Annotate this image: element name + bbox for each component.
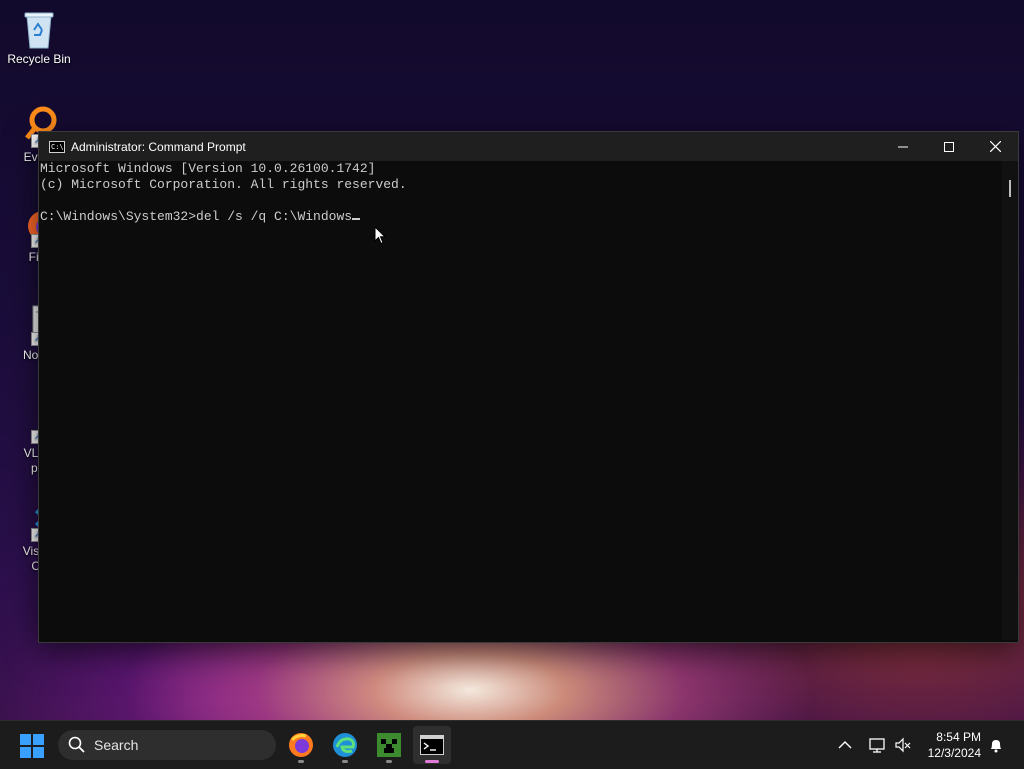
taskbar-app-minecraft[interactable] <box>370 726 408 764</box>
volume-button[interactable] <box>894 721 912 769</box>
minecraft-icon <box>377 733 401 757</box>
title-bar[interactable]: C:\ Administrator: Command Prompt <box>39 132 1018 161</box>
maximize-icon <box>944 141 954 152</box>
mouse-pointer-icon <box>374 226 386 245</box>
console-output[interactable]: Microsoft Windows [Version 10.0.26100.17… <box>39 161 1002 640</box>
taskbar-app-edge[interactable] <box>326 726 364 764</box>
command-prompt-window[interactable]: C:\ Administrator: Command Prompt Micros… <box>38 131 1019 643</box>
clock-date: 12/3/2024 <box>927 746 981 760</box>
console-line: (c) Microsoft Corporation. All rights re… <box>40 177 407 192</box>
taskbar: Search 8:54 PM 12/3/2024 <box>0 720 1024 769</box>
running-indicator <box>386 760 392 763</box>
volume-muted-icon <box>895 737 911 753</box>
edge-icon <box>333 733 357 757</box>
taskbar-search-box[interactable]: Search <box>58 730 276 760</box>
network-button[interactable] <box>868 721 886 769</box>
recycle-bin-icon <box>21 8 57 49</box>
close-button[interactable] <box>972 132 1018 161</box>
chevron-up-icon <box>838 741 852 749</box>
vertical-scrollbar[interactable] <box>1002 161 1018 640</box>
taskbar-clock[interactable]: 8:54 PM 12/3/2024 <box>928 729 981 761</box>
running-indicator <box>425 760 439 763</box>
taskbar-app-firefox[interactable] <box>282 726 320 764</box>
minimize-icon <box>898 146 908 147</box>
text-cursor <box>352 218 361 220</box>
start-button[interactable] <box>20 734 44 758</box>
console-line: Microsoft Windows [Version 10.0.26100.17… <box>40 161 376 176</box>
console-prompt-line[interactable]: C:\Windows\System32>del /s /q C:\Windows <box>40 209 1002 225</box>
desktop-icon-recycle-bin[interactable]: Recycle Bin <box>4 8 74 67</box>
minimize-button[interactable] <box>880 132 926 161</box>
window-title: Administrator: Command Prompt <box>71 139 246 154</box>
scrollbar-thumb[interactable] <box>1009 180 1011 197</box>
clock-time: 8:54 PM <box>936 730 981 744</box>
command-input[interactable]: C:\Windows\System32>del /s /q C:\Windows <box>40 209 352 224</box>
command-prompt-icon: C:\ <box>49 140 65 153</box>
search-icon <box>68 736 85 753</box>
notifications-button[interactable] <box>988 721 1004 769</box>
command-prompt-icon <box>420 735 444 755</box>
maximize-button[interactable] <box>926 132 972 161</box>
desktop-icon-label: Recycle Bin <box>7 52 71 66</box>
network-icon <box>869 738 885 753</box>
running-indicator <box>342 760 348 763</box>
search-placeholder: Search <box>94 737 139 753</box>
firefox-icon <box>289 733 313 757</box>
tray-overflow-button[interactable] <box>838 721 852 769</box>
taskbar-app-command-prompt[interactable] <box>413 726 451 764</box>
running-indicator <box>298 760 304 763</box>
windows-logo-icon <box>20 734 44 758</box>
close-icon <box>989 141 1001 152</box>
bell-icon <box>991 740 1001 753</box>
